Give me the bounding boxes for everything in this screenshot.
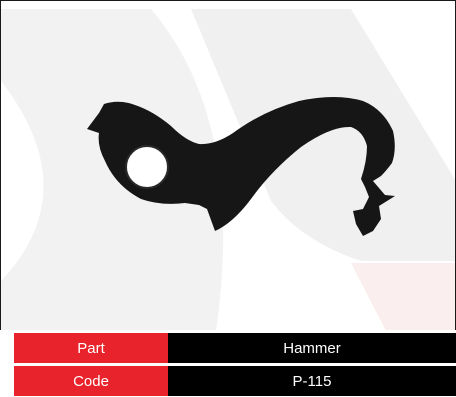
spec-label-code: Code [14,366,168,396]
product-card: Part Hammer Code P-115 [0,0,456,397]
watermark-shape-accent [351,263,455,330]
spec-value-part: Hammer [168,333,456,363]
product-image [1,9,455,330]
spec-row-part: Part Hammer [0,333,456,363]
product-image-frame [0,0,456,330]
spec-value-code: P-115 [168,366,456,396]
spec-label-part: Part [14,333,168,363]
spec-row-code: Code P-115 [0,366,456,396]
